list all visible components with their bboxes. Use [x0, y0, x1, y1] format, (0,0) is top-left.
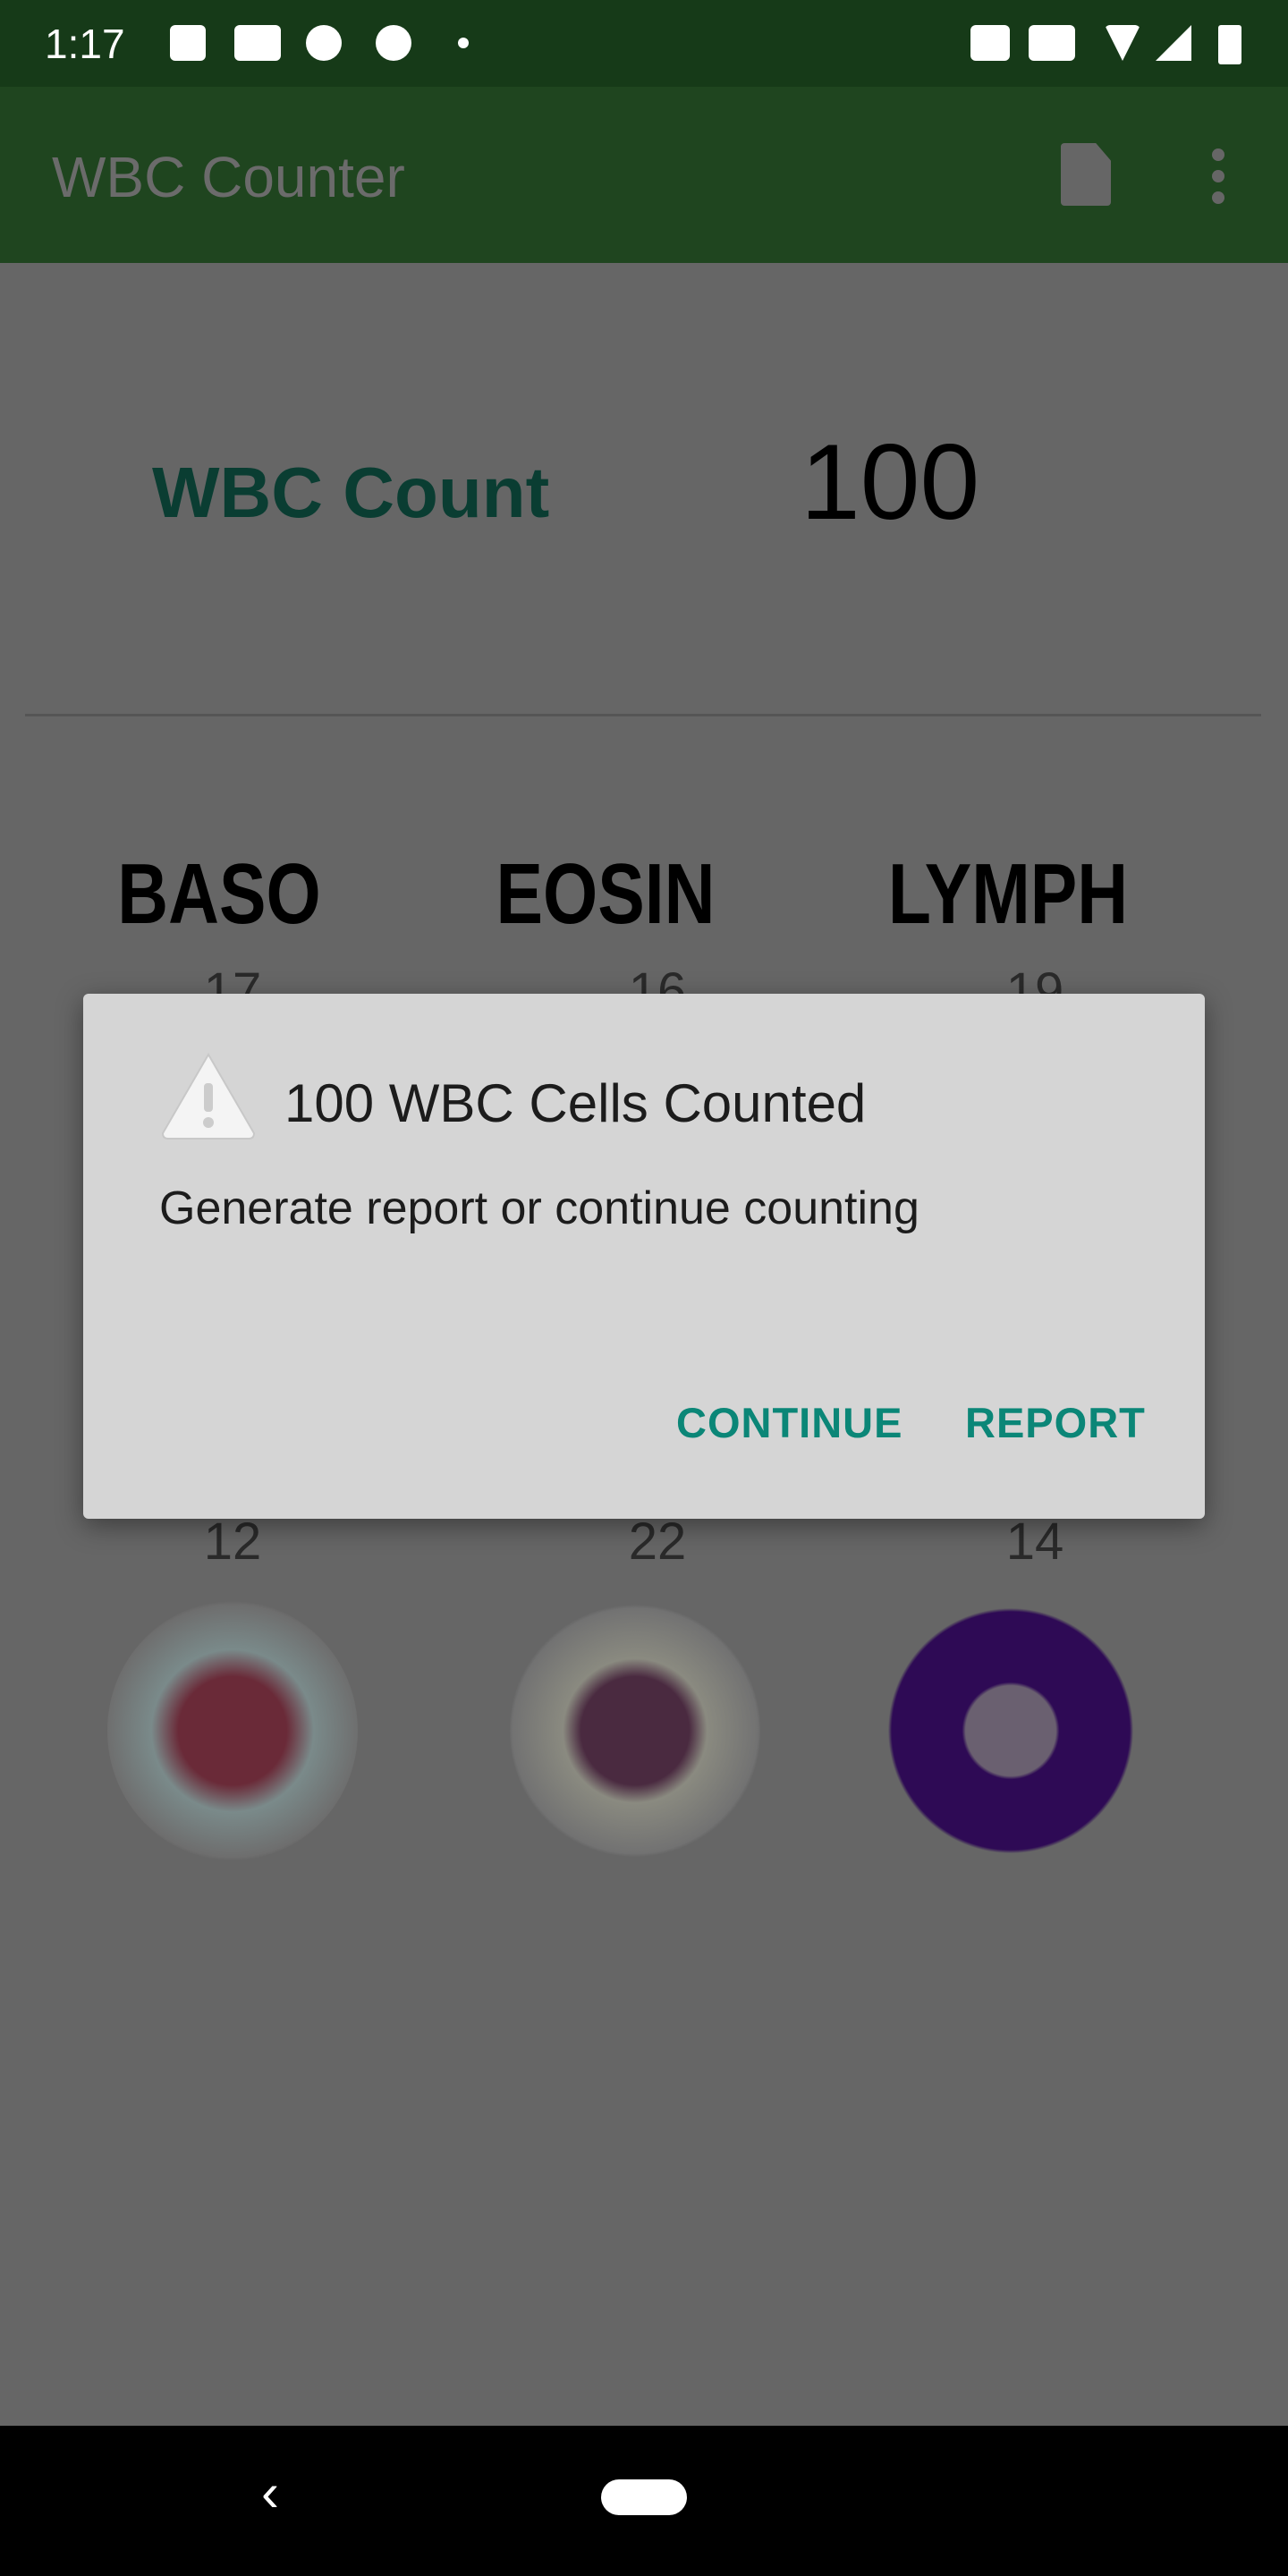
eosin-count: 22 — [628, 1513, 687, 1571]
report-button[interactable]: REPORT — [965, 1398, 1146, 1447]
more-vert-icon[interactable] — [1209, 148, 1227, 213]
divider — [25, 714, 1261, 716]
wbc-count-label: WBC Count — [152, 453, 550, 532]
image-icon — [170, 25, 206, 61]
home-pill-icon[interactable] — [601, 2479, 687, 2515]
alert-dialog: 100 WBC Cells Counted Generate report or… — [83, 994, 1205, 1519]
warning-icon — [161, 1053, 256, 1140]
lymph-cell-image[interactable] — [886, 1601, 1136, 1860]
vpn-key-icon — [970, 25, 1010, 61]
dialog-title: 100 WBC Cells Counted — [284, 1073, 867, 1133]
back-icon[interactable]: ‹ — [261, 2462, 279, 2523]
navigation-bar: ‹ — [0, 2426, 1288, 2576]
continue-button[interactable]: CONTINUE — [676, 1398, 902, 1447]
signal-icon — [1156, 25, 1191, 61]
status-bar: 1:17 — [0, 0, 1288, 87]
column-header-eosin: EOSIN — [496, 846, 716, 942]
wbc-count-value: 100 — [801, 422, 980, 542]
battery-charging-icon — [1218, 25, 1241, 64]
wifi-icon — [1105, 25, 1140, 61]
column-header-lymph: LYMPH — [887, 846, 1129, 942]
app-title: WBC Counter — [52, 145, 405, 209]
column-header-baso: BASO — [117, 846, 321, 942]
baso-cell-image[interactable] — [107, 1601, 358, 1860]
vibrate-icon — [1029, 25, 1075, 61]
document-icon[interactable] — [1061, 143, 1111, 206]
pinterest-icon — [306, 25, 342, 61]
eosin-cell-image[interactable] — [510, 1601, 760, 1860]
youtube-icon — [234, 25, 281, 61]
lymph-count: 14 — [1005, 1513, 1064, 1571]
dialog-message: Generate report or continue counting — [159, 1182, 919, 1234]
dot-icon — [458, 38, 469, 48]
baso-count: 12 — [203, 1513, 262, 1571]
pinterest-icon — [376, 25, 411, 61]
clock: 1:17 — [45, 21, 125, 67]
